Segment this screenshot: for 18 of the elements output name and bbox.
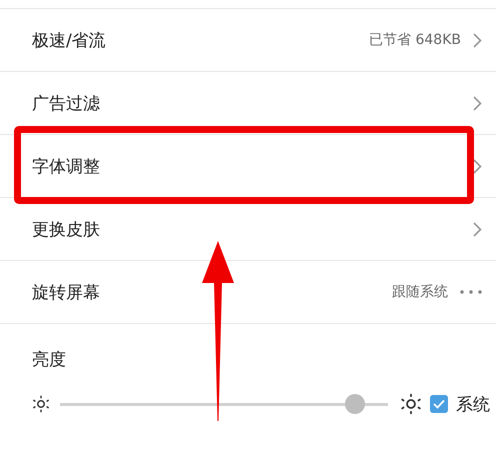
slider-thumb[interactable] bbox=[345, 394, 366, 414]
system-checkbox[interactable] bbox=[430, 395, 448, 413]
setting-label: 字体调整 bbox=[32, 156, 101, 178]
chevron-icon[interactable] bbox=[473, 222, 482, 236]
setting-label: 旋转屏幕 bbox=[32, 282, 101, 304]
sun-icon bbox=[400, 393, 422, 415]
setting-value: 已节省 648KB bbox=[369, 31, 461, 49]
sun-icon bbox=[32, 395, 50, 413]
chevron-icon[interactable] bbox=[473, 158, 482, 174]
setting-label: 极速/省流 bbox=[32, 30, 107, 52]
chevron-icon[interactable] bbox=[473, 32, 482, 48]
chevron-icon[interactable] bbox=[473, 96, 482, 110]
system-label: 系统 bbox=[456, 394, 490, 416]
setting-value: 跟随系统 bbox=[392, 283, 448, 301]
setting-label: 更换皮肤 bbox=[32, 218, 101, 240]
brightness-label: 亮度 bbox=[32, 349, 67, 372]
more-icon[interactable] bbox=[460, 290, 482, 294]
setting-label: 广告过滤 bbox=[32, 92, 101, 114]
